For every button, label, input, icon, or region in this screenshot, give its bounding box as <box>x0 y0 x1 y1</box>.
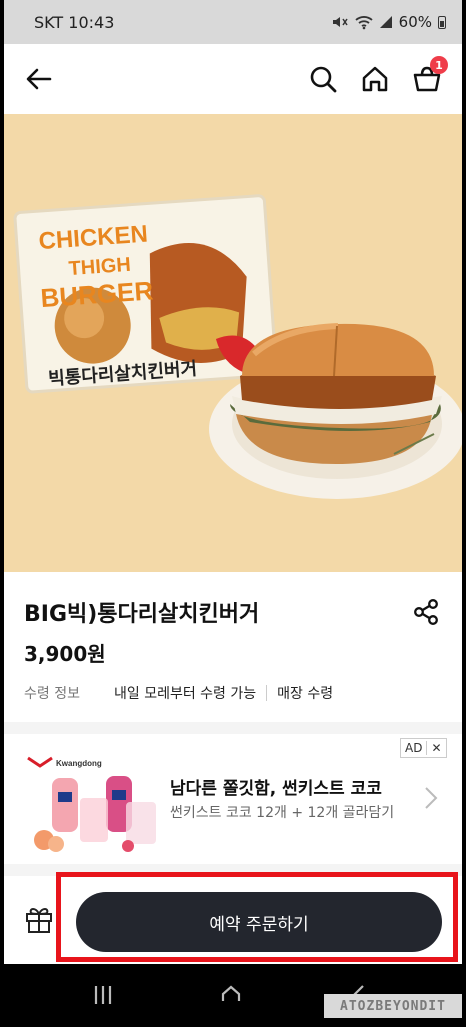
product-image[interactable]: CHICKEN THIGH BURGER 빅통다리살치킨버거 BIG <box>4 114 462 572</box>
app-header: 1 <box>4 44 462 114</box>
wifi-icon <box>355 15 373 29</box>
cart-button[interactable]: 1 <box>408 56 448 98</box>
package-title-line2: THIGH <box>68 254 132 280</box>
chevron-right-icon[interactable] <box>424 786 438 810</box>
product-price: 3,900원 <box>24 642 106 666</box>
device-frame: SKT 10:43 60% 1 CHICKEN THIGH BURGER 빅통다… <box>0 0 466 1027</box>
pickup-time: 내일 모레부터 수령 가능 <box>113 686 257 702</box>
ad-title: 남다른 쫄깃함, 썬키스트 코코 <box>170 779 382 799</box>
home-button[interactable] <box>356 60 394 98</box>
product-info: BIG빅)통다리살치킨버거 3,900원 수령 정보 내일 모레부터 수령 가능… <box>4 572 462 722</box>
pickup-method: 매장 수령 <box>277 686 334 702</box>
ad-label: AD <box>405 741 423 755</box>
ad-subtitle: 썬키스트 코코 12개 + 12개 골라담기 <box>170 805 395 821</box>
gift-button[interactable] <box>24 904 54 934</box>
product-name: BIG빅)통다리살치킨버거 <box>24 602 260 627</box>
ad-brand: Kwangdong <box>56 759 102 768</box>
ad-thumbnail: Kwangdong <box>27 756 156 852</box>
battery-icon <box>438 15 446 29</box>
system-nav-bar: ATOZBEYONDIT <box>4 964 462 1027</box>
signal-icon <box>379 16 392 28</box>
back-button[interactable] <box>20 60 58 98</box>
carrier-time: SKT 10:43 <box>34 12 115 32</box>
search-button[interactable] <box>304 60 342 98</box>
section-divider <box>4 722 462 734</box>
ad-banner[interactable]: AD ✕ Kwangdong 남다른 쫄깃함, 썬키스트 코코 썬키스트 코코 … <box>4 734 462 864</box>
search-icon <box>310 66 337 93</box>
recents-icon <box>94 986 112 1004</box>
pickup-label: 수령 정보 <box>24 686 80 702</box>
pickup-divider <box>266 685 268 701</box>
recents-button[interactable] <box>88 980 118 1010</box>
bottom-action-bar: 예약 주문하기 <box>4 876 462 964</box>
pickup-info: 수령 정보 내일 모레부터 수령 가능 매장 수령 <box>24 682 333 704</box>
screen: SKT 10:43 60% 1 CHICKEN THIGH BURGER 빅통다… <box>4 0 462 1027</box>
section-divider <box>4 864 462 876</box>
reserve-order-button[interactable]: 예약 주문하기 <box>76 892 442 952</box>
gift-icon <box>26 908 52 933</box>
home-icon <box>362 66 388 92</box>
status-icons: 60% <box>331 13 446 31</box>
product-photo: CHICKEN THIGH BURGER 빅통다리살치킨버거 BIG <box>4 114 462 572</box>
battery-percent: 60% <box>398 13 432 31</box>
nav-home-button[interactable] <box>216 980 246 1010</box>
share-button[interactable] <box>408 594 444 630</box>
ad-close-button[interactable]: ✕ <box>426 741 445 755</box>
ad-badge: AD ✕ <box>400 738 447 758</box>
share-icon <box>414 599 438 625</box>
status-bar: SKT 10:43 60% <box>4 0 462 44</box>
mute-icon <box>332 17 348 27</box>
nav-home-icon <box>221 985 241 1001</box>
back-arrow-icon <box>26 68 52 90</box>
cart-count-badge: 1 <box>430 56 448 74</box>
watermark: ATOZBEYONDIT <box>324 994 462 1018</box>
